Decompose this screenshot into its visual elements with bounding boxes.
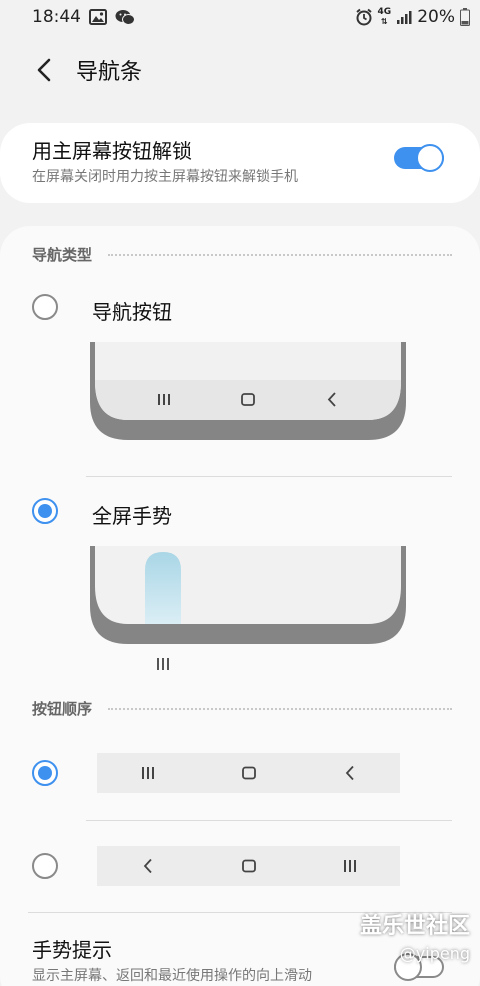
back-arrow-icon	[37, 58, 51, 82]
option-divider	[86, 820, 452, 821]
unlock-setting-subtitle: 在屏幕关闭时用力按主屏幕按钮来解锁手机	[32, 169, 298, 185]
network-4g-icon: 4G ⇅	[377, 7, 392, 27]
watermark-title: 盖乐世社区	[359, 914, 470, 939]
gesture-hint-subtitle: 显示主屏幕、返回和最近使用操作的向上滑动	[32, 968, 312, 984]
option-divider	[86, 476, 452, 477]
full-screen-gestures-preview[interactable]	[90, 546, 406, 646]
nav-type-section-label: 导航类型	[32, 246, 93, 264]
order-slot	[198, 859, 299, 873]
button-order-section-label: 按钮顺序	[32, 700, 93, 718]
unlock-setting-card[interactable]: 用主屏幕按钮解锁 在屏幕关闭时用力按主屏幕按钮来解锁手机	[0, 123, 480, 203]
recents-icon	[343, 860, 356, 872]
back-icon	[143, 858, 152, 874]
section-divider-dots	[108, 707, 452, 710]
header: 导航条	[0, 40, 480, 100]
order-slot	[198, 766, 299, 780]
swipe-gesture-indicator	[145, 552, 181, 624]
status-time: 18:44	[32, 7, 81, 27]
battery-percent: 20%	[417, 7, 455, 27]
order-slot	[299, 860, 400, 872]
order-option-2-bar[interactable]	[97, 846, 400, 886]
alarm-icon	[355, 8, 373, 26]
toggle-thumb	[416, 144, 444, 172]
back-button[interactable]	[30, 54, 58, 86]
nav-buttons-radio[interactable]	[32, 294, 58, 320]
order-option-1-radio[interactable]	[32, 760, 58, 786]
recents-icon	[158, 394, 170, 405]
home-icon	[241, 859, 256, 873]
nav-buttons-label[interactable]: 导航按钮	[92, 296, 172, 325]
order-slot	[97, 767, 198, 779]
watermark-author: @yipeng	[399, 944, 470, 963]
gesture-hint-bars-icon	[157, 658, 169, 670]
full-screen-gestures-label[interactable]: 全屏手势	[92, 500, 172, 529]
section-divider-dots	[108, 253, 452, 256]
back-icon	[345, 765, 354, 781]
nav-type-section-header: 导航类型	[32, 244, 452, 265]
status-right: 4G ⇅ 20%	[355, 7, 470, 27]
network-label: 4G	[377, 7, 392, 17]
signal-icon	[396, 9, 412, 25]
button-order-section-header: 按钮顺序	[32, 698, 452, 719]
page-title: 导航条	[76, 60, 143, 85]
wechat-icon	[115, 9, 135, 26]
recents-icon	[141, 767, 154, 779]
full-screen-gestures-radio[interactable]	[32, 498, 58, 524]
unlock-toggle[interactable]	[394, 143, 444, 172]
status-left: 18:44	[32, 7, 135, 27]
home-icon	[241, 766, 256, 780]
order-slot	[97, 858, 198, 874]
unlock-setting-title: 用主屏幕按钮解锁	[32, 139, 192, 163]
nav-buttons-preview[interactable]	[90, 342, 406, 442]
status-bar: 18:44 4G ⇅ 20%	[0, 0, 480, 34]
gesture-hint-title[interactable]: 手势提示	[32, 934, 112, 963]
order-slot	[299, 765, 400, 781]
battery-icon	[460, 8, 470, 26]
image-icon	[89, 9, 107, 25]
order-option-2-radio[interactable]	[32, 853, 58, 879]
watermark: 盖乐世社区 @yipeng	[360, 908, 470, 963]
order-option-1-bar[interactable]	[97, 753, 400, 793]
